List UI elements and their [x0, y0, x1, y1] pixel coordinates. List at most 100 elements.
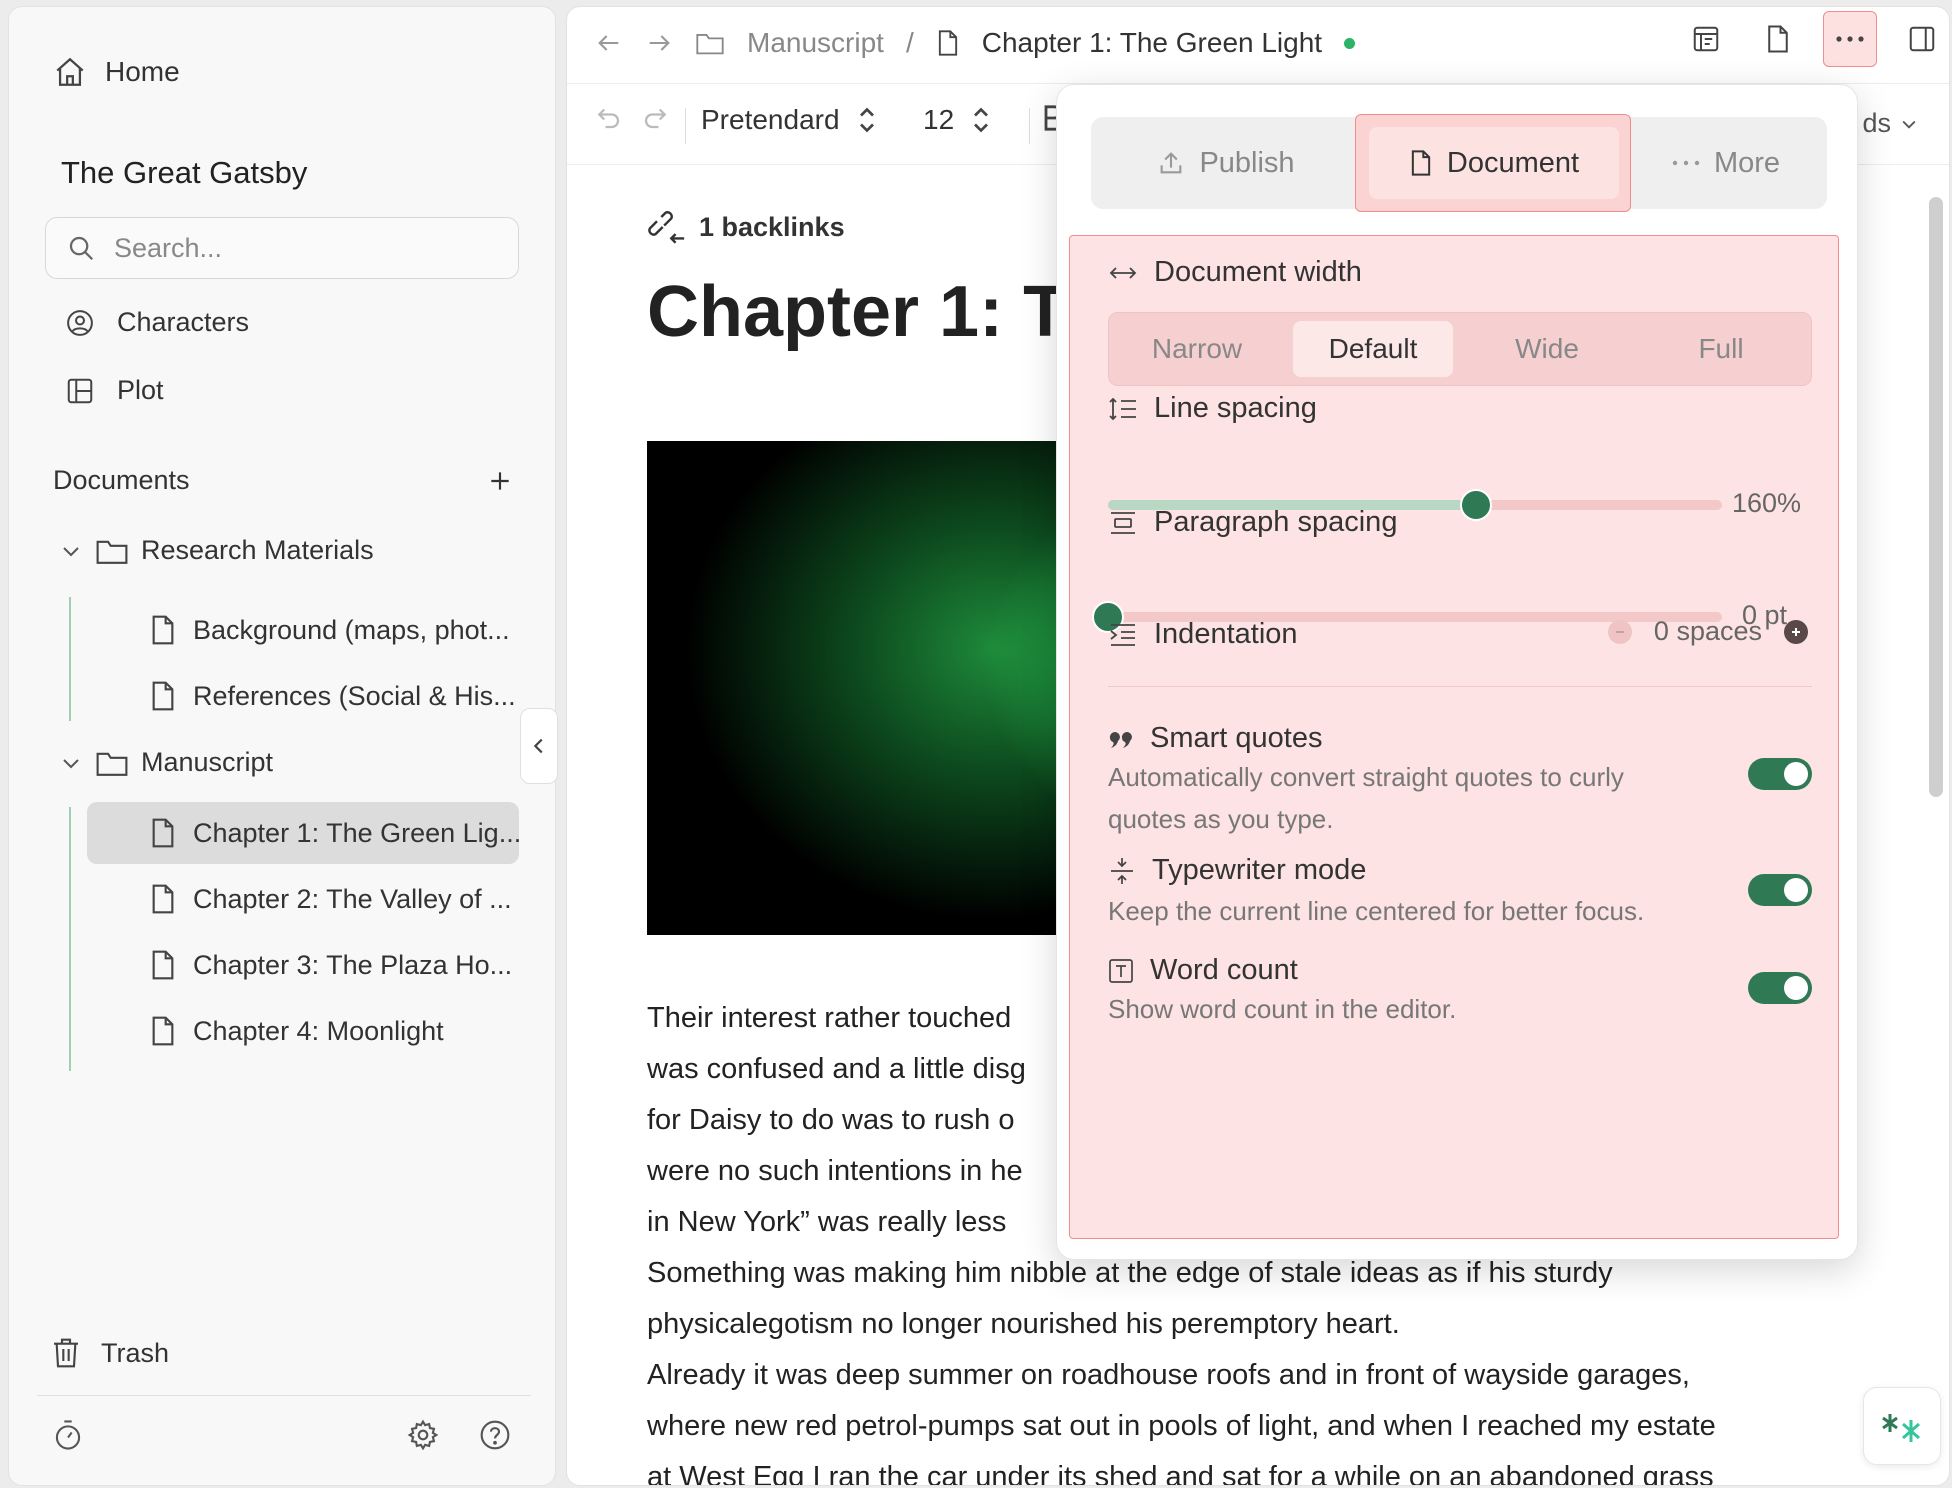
- breadcrumb-folder[interactable]: Manuscript: [747, 27, 884, 59]
- outline-icon: [1693, 26, 1719, 52]
- back-arrow-icon[interactable]: [595, 29, 623, 57]
- tree-doc-background[interactable]: Background (maps, phot...: [87, 599, 519, 661]
- focus-center-icon: [1111, 857, 1133, 884]
- tree-doc-chapter-3[interactable]: Chapter 3: The Plaza Ho...: [87, 934, 519, 996]
- trash-label: Trash: [101, 1337, 170, 1368]
- sidebar-item-label: Plot: [117, 375, 164, 405]
- tree-doc-chapter-1[interactable]: Chapter 1: The Green Lig...: [87, 802, 519, 864]
- width-option-default[interactable]: Default: [1293, 321, 1453, 377]
- smart-quotes-label: Smart quotes: [1150, 722, 1323, 754]
- chevron-updown-icon: [859, 107, 874, 133]
- document-width-label: Document width: [1154, 256, 1362, 288]
- home-label: Home: [105, 56, 180, 87]
- tab-more[interactable]: More: [1631, 127, 1821, 199]
- text-line: where new red petrol-pumps sat out in po…: [647, 1410, 1716, 1442]
- folder-icon: [695, 30, 725, 56]
- tree-doc-chapter-2[interactable]: Chapter 2: The Valley of ...: [87, 868, 519, 930]
- indent-icon: [1110, 623, 1135, 646]
- tab-document[interactable]: Document: [1369, 127, 1619, 199]
- help-icon[interactable]: [479, 1419, 511, 1451]
- font-family-select[interactable]: Pretendard: [701, 104, 876, 136]
- backlinks-label: 1 backlinks: [699, 211, 845, 242]
- chevron-down-icon[interactable]: [59, 539, 83, 563]
- width-option-full[interactable]: Full: [1641, 321, 1801, 377]
- user-circle-icon: [65, 308, 95, 338]
- font-size-select[interactable]: 12: [923, 104, 990, 136]
- sidebar-item-trash[interactable]: Trash: [51, 1337, 169, 1369]
- page-view-button[interactable]: [1751, 11, 1805, 67]
- folder-manuscript[interactable]: Manuscript: [59, 747, 273, 778]
- tree-guide: [69, 807, 71, 1071]
- chevron-down-icon: [1902, 120, 1916, 129]
- smart-quotes-toggle[interactable]: [1748, 758, 1812, 790]
- document-icon: [1768, 25, 1788, 53]
- backlinks-button[interactable]: 1 backlinks: [647, 209, 845, 245]
- assistant-button[interactable]: [1863, 1387, 1941, 1465]
- collapse-sidebar-button[interactable]: [520, 708, 558, 784]
- sidebar-right-icon: [1909, 26, 1935, 52]
- font-size-value: 12: [923, 104, 955, 135]
- sidebar-home[interactable]: Home: [53, 55, 180, 89]
- timer-icon[interactable]: [53, 1419, 83, 1451]
- tree-doc-label: Chapter 1: The Green Lig...: [193, 817, 519, 848]
- tree-doc-references[interactable]: References (Social & His...: [87, 665, 519, 727]
- sidebar-item-plot[interactable]: Plot: [65, 375, 164, 406]
- word-count-toggle[interactable]: [1748, 972, 1812, 1004]
- saved-status-dot: [1344, 37, 1356, 49]
- scrollbar[interactable]: [1929, 197, 1943, 797]
- typewriter-toggle[interactable]: [1748, 874, 1812, 906]
- indent-decrease-button[interactable]: [1607, 619, 1632, 644]
- tree-doc-chapter-4[interactable]: Chapter 4: Moonlight: [87, 1000, 519, 1062]
- document-icon: [149, 817, 177, 849]
- tree-doc-label: References (Social & His...: [193, 680, 516, 711]
- breadcrumb-document[interactable]: Chapter 1: The Green Light: [982, 27, 1322, 59]
- gear-icon[interactable]: [407, 1419, 439, 1451]
- document-title[interactable]: Chapter 1: Th: [647, 271, 1111, 353]
- word-count-menu[interactable]: ds: [1862, 108, 1919, 139]
- toggle-panel-button[interactable]: [1895, 11, 1949, 67]
- more-options-button[interactable]: [1823, 11, 1877, 67]
- chevron-down-icon[interactable]: [59, 751, 83, 775]
- document-icon: [149, 1015, 177, 1047]
- sidebar-item-label: Characters: [117, 307, 250, 337]
- trash-icon: [51, 1337, 81, 1369]
- minus-icon: [1615, 630, 1624, 633]
- ellipsis-icon: [1672, 160, 1700, 166]
- add-document-button[interactable]: [487, 468, 513, 494]
- folder-research-materials[interactable]: Research Materials: [59, 535, 374, 566]
- width-option-narrow[interactable]: Narrow: [1117, 321, 1277, 377]
- slider-thumb[interactable]: [1460, 489, 1492, 521]
- document-icon: [1411, 150, 1431, 176]
- tab-publish[interactable]: Publish: [1111, 127, 1341, 199]
- tree-guide: [69, 597, 71, 721]
- paragraph-spacing-icon: [1111, 511, 1135, 534]
- search-input[interactable]: [114, 232, 494, 264]
- documents-label: Documents: [53, 465, 190, 495]
- word-count-menu-label: ds: [1862, 108, 1891, 138]
- tab-publish-label: Publish: [1199, 146, 1295, 179]
- indent-increase-button[interactable]: [1784, 619, 1808, 644]
- search-box[interactable]: [45, 217, 519, 279]
- text-line: Already it was deep summer on roadhouse …: [647, 1359, 1690, 1391]
- outline-button[interactable]: [1679, 11, 1733, 67]
- document-icon: [149, 614, 177, 646]
- undo-button[interactable]: [593, 104, 623, 130]
- paragraph-spacing-title: Paragraph spacing: [1108, 506, 1397, 539]
- indentation-value: 0 spaces: [1653, 616, 1762, 646]
- document-width-segmented: Narrow Default Wide Full: [1108, 312, 1812, 386]
- chevron-updown-icon: [974, 107, 989, 133]
- tree-doc-label: Chapter 4: Moonlight: [193, 1015, 444, 1046]
- redo-icon: [644, 108, 667, 129]
- undo-icon: [597, 108, 620, 129]
- typewriter-label: Typewriter mode: [1152, 854, 1367, 886]
- line-spacing-label: Line spacing: [1154, 392, 1317, 424]
- width-option-wide[interactable]: Wide: [1467, 321, 1627, 377]
- arrows-horizontal-icon: [1109, 266, 1137, 279]
- redo-button[interactable]: [641, 104, 671, 130]
- indentation-label: Indentation: [1154, 618, 1298, 650]
- line-spacing-title: Line spacing: [1108, 392, 1317, 425]
- panel-divider: [1108, 686, 1812, 687]
- forward-arrow-icon[interactable]: [645, 29, 673, 57]
- sidebar-item-characters[interactable]: Characters: [65, 307, 249, 338]
- quote-icon: [1109, 731, 1132, 748]
